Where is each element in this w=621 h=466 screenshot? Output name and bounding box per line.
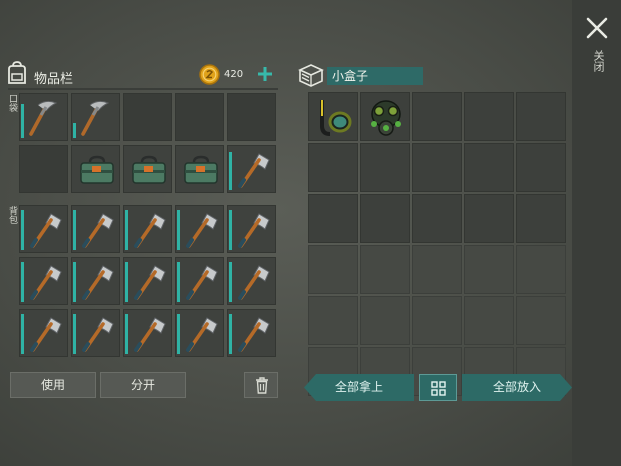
item-slot[interactable] [19,257,68,305]
durability-bar [73,314,76,354]
empty-slot[interactable] [412,92,462,141]
locked-slot [308,296,358,345]
empty-slot[interactable] [464,92,514,141]
item-slot[interactable] [175,257,224,305]
durability-bar [177,210,180,250]
empty-slot[interactable] [516,92,566,141]
locked-slot [412,245,462,294]
empty-slot[interactable] [308,143,358,192]
durability-bar [229,314,232,354]
empty-slot[interactable] [123,93,172,141]
inventory-title: 物品栏 [34,72,74,87]
item-slot[interactable] [123,309,172,357]
empty-slot[interactable] [412,143,462,192]
coin-icon [199,64,220,85]
backpack-label: 背包 [7,206,17,224]
grid-icon [431,381,446,396]
empty-slot[interactable] [516,143,566,192]
item-slot[interactable] [175,309,224,357]
durability-bar [177,262,180,302]
item-slot[interactable] [123,257,172,305]
empty-slot[interactable] [464,194,514,243]
locked-slot [308,245,358,294]
locked-slot [464,245,514,294]
trash-icon [256,377,268,394]
item-slot[interactable] [360,92,410,141]
empty-slot[interactable] [19,145,68,193]
durability-bar [73,123,76,138]
item-slot[interactable] [71,309,120,357]
item-slot[interactable] [19,93,68,141]
item-slot[interactable] [227,205,276,253]
durability-bar [73,210,76,250]
backpack-icon [6,60,28,86]
locked-slot [360,296,410,345]
durability-bar [21,104,24,138]
empty-slot[interactable] [360,143,410,192]
take-all-button[interactable]: 全部拿上 [304,374,414,401]
durability-bar [21,314,24,354]
durability-bar [229,210,232,250]
empty-slot[interactable] [308,194,358,243]
item-slot[interactable] [71,145,120,193]
item-slot[interactable] [71,93,120,141]
sort-button[interactable] [419,374,457,401]
durability-bar [229,262,232,302]
empty-slot[interactable] [412,194,462,243]
item-slot[interactable] [175,145,224,193]
locked-slot [412,296,462,345]
durability-bar [229,152,232,190]
durability-bar [125,262,128,302]
put-all-button[interactable]: 全部放入 [462,374,572,401]
item-slot[interactable] [308,92,358,141]
item-slot[interactable] [71,205,120,253]
coin-count: 420 [224,69,244,80]
header-divider [8,88,278,90]
empty-slot[interactable] [360,194,410,243]
durability-bar [21,210,24,250]
item-slot[interactable] [175,205,224,253]
item-slot[interactable] [19,309,68,357]
durability-bar [125,210,128,250]
box-icon [297,62,325,88]
locked-slot [360,245,410,294]
item-slot[interactable] [227,145,276,193]
item-slot[interactable] [227,257,276,305]
use-button[interactable]: 使用 [10,372,96,398]
close-label[interactable]: 关闭 [588,50,605,72]
empty-slot[interactable] [464,143,514,192]
empty-slot[interactable] [175,93,224,141]
item-slot[interactable] [123,205,172,253]
durability-bar [177,314,180,354]
item-slot[interactable] [19,205,68,253]
close-icon[interactable] [584,15,610,41]
locked-slot [516,245,566,294]
pocket-label: 口袋 [7,94,17,112]
item-slot[interactable] [71,257,120,305]
container-name: 小盒子 [327,67,423,85]
plus-icon[interactable] [257,66,273,82]
empty-slot[interactable] [227,93,276,141]
item-slot[interactable] [227,309,276,357]
locked-slot [464,296,514,345]
durability-bar [73,262,76,302]
durability-bar [125,314,128,354]
item-slot[interactable] [123,145,172,193]
locked-slot [516,296,566,345]
trash-button[interactable] [244,372,278,398]
durability-bar [21,262,24,302]
empty-slot[interactable] [516,194,566,243]
split-button[interactable]: 分开 [100,372,186,398]
